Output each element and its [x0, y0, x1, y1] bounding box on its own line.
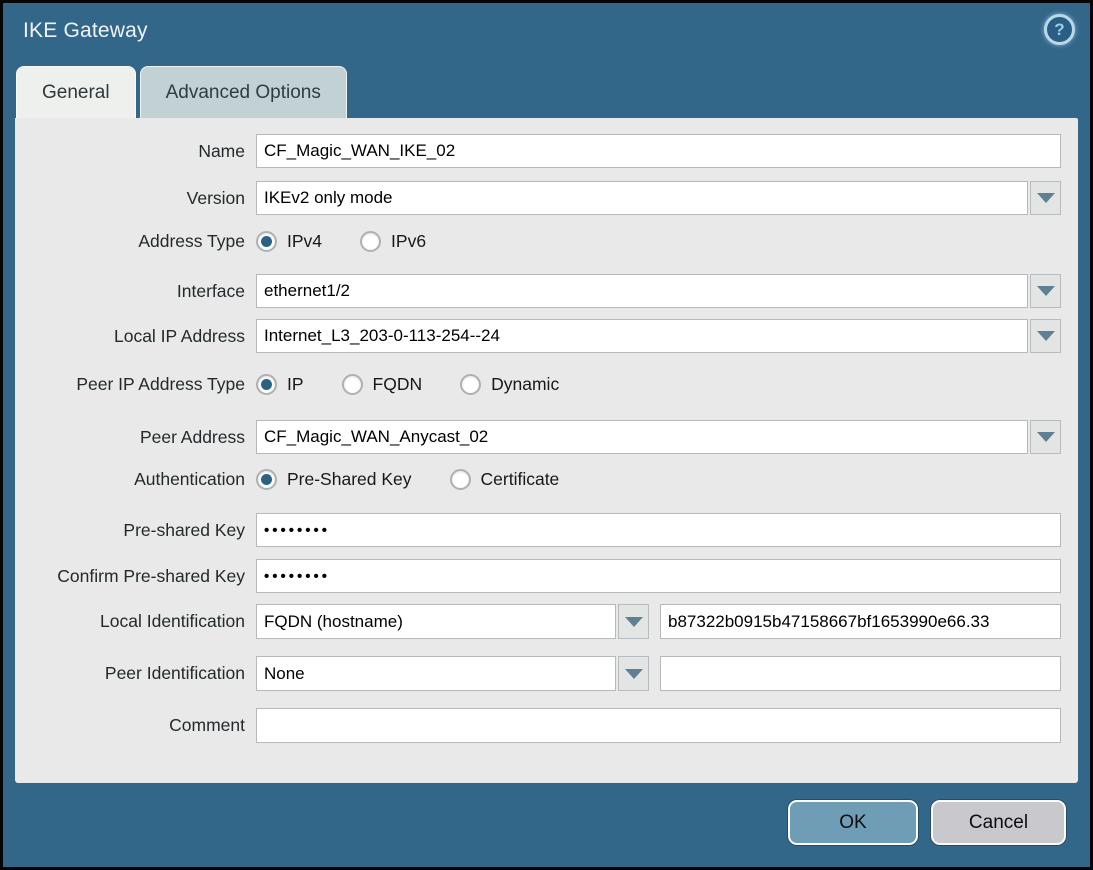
peer-address-select[interactable]: [256, 420, 1028, 454]
authentication-label: Authentication: [15, 469, 256, 490]
radio-ip[interactable]: IP: [256, 374, 304, 395]
address-type-row: Address Type IPv4 IPv6: [15, 231, 1078, 252]
radio-fqdn-label: FQDN: [373, 374, 423, 395]
peer-address-label: Peer Address: [15, 427, 256, 448]
radio-certificate-circle[interactable]: [450, 469, 471, 490]
name-input[interactable]: [256, 134, 1061, 168]
radio-ipv4[interactable]: IPv4: [256, 231, 322, 252]
name-label: Name: [15, 141, 256, 162]
radio-ipv4-circle[interactable]: [256, 231, 277, 252]
name-row: Name: [15, 134, 1078, 168]
chevron-down-icon: [1037, 331, 1055, 341]
comment-row: Comment: [15, 708, 1078, 743]
peer-identification-value-input[interactable]: [660, 656, 1061, 691]
peer-identification-label: Peer Identification: [15, 663, 256, 684]
ike-gateway-dialog: IKE Gateway ? General Advanced Options N…: [0, 0, 1093, 870]
local-ip-row: Local IP Address: [15, 319, 1078, 353]
dialog-titlebar: IKE Gateway ?: [3, 3, 1090, 66]
interface-dropdown-button[interactable]: [1030, 274, 1061, 308]
version-select[interactable]: [256, 181, 1028, 215]
local-identification-value-input[interactable]: [660, 604, 1061, 639]
interface-row: Interface: [15, 274, 1078, 308]
tab-advanced-options[interactable]: Advanced Options: [140, 66, 347, 118]
confirm-pre-shared-key-label: Confirm Pre-shared Key: [15, 566, 256, 587]
chevron-down-icon: [1037, 286, 1055, 296]
peer-ip-type-row: Peer IP Address Type IP FQDN Dynamic: [15, 374, 1078, 395]
radio-pre-shared-key-circle[interactable]: [256, 469, 277, 490]
radio-ip-label: IP: [287, 374, 304, 395]
radio-fqdn-circle[interactable]: [342, 374, 363, 395]
radio-certificate-label: Certificate: [481, 469, 560, 490]
peer-address-dropdown-button[interactable]: [1030, 420, 1061, 454]
radio-ipv6-circle[interactable]: [360, 231, 381, 252]
dialog-footer: OK Cancel: [3, 783, 1090, 845]
authentication-row: Authentication Pre-Shared Key Certificat…: [15, 469, 1078, 490]
dialog-title: IKE Gateway: [3, 3, 1090, 43]
peer-identification-dropdown-button[interactable]: [618, 656, 649, 691]
radio-dynamic-circle[interactable]: [460, 374, 481, 395]
version-label: Version: [15, 188, 256, 209]
version-row: Version: [15, 181, 1078, 215]
peer-identification-type-select[interactable]: [256, 656, 616, 691]
radio-pre-shared-key[interactable]: Pre-Shared Key: [256, 469, 412, 490]
pre-shared-key-row: Pre-shared Key: [15, 513, 1078, 547]
pre-shared-key-input[interactable]: [256, 513, 1061, 547]
cancel-button[interactable]: Cancel: [931, 800, 1066, 845]
interface-select[interactable]: [256, 274, 1028, 308]
address-type-label: Address Type: [15, 231, 256, 252]
radio-ip-circle[interactable]: [256, 374, 277, 395]
radio-certificate[interactable]: Certificate: [450, 469, 560, 490]
local-ip-label: Local IP Address: [15, 326, 256, 347]
chevron-down-icon: [625, 617, 643, 627]
tab-bar: General Advanced Options: [3, 66, 1090, 118]
local-ip-dropdown-button[interactable]: [1030, 319, 1061, 353]
radio-dynamic[interactable]: Dynamic: [460, 374, 559, 395]
local-identification-type-select[interactable]: [256, 604, 616, 639]
pre-shared-key-label: Pre-shared Key: [15, 520, 256, 541]
local-identification-label: Local Identification: [15, 611, 256, 632]
chevron-down-icon: [625, 669, 643, 679]
peer-ip-type-label: Peer IP Address Type: [15, 374, 256, 395]
radio-pre-shared-key-label: Pre-Shared Key: [287, 469, 412, 490]
help-button[interactable]: ?: [1044, 14, 1075, 45]
local-ip-select[interactable]: [256, 319, 1028, 353]
confirm-pre-shared-key-input[interactable]: [256, 559, 1061, 593]
radio-ipv4-label: IPv4: [287, 231, 322, 252]
interface-label: Interface: [15, 281, 256, 302]
local-identification-row: Local Identification: [15, 604, 1078, 639]
radio-ipv6[interactable]: IPv6: [360, 231, 426, 252]
peer-identification-row: Peer Identification: [15, 656, 1078, 691]
confirm-pre-shared-key-row: Confirm Pre-shared Key: [15, 559, 1078, 593]
local-identification-dropdown-button[interactable]: [618, 604, 649, 639]
chevron-down-icon: [1037, 432, 1055, 442]
comment-input[interactable]: [256, 708, 1061, 743]
radio-fqdn[interactable]: FQDN: [342, 374, 423, 395]
comment-label: Comment: [15, 715, 256, 736]
chevron-down-icon: [1037, 193, 1055, 203]
version-dropdown-button[interactable]: [1030, 181, 1061, 215]
general-tab-panel: Name Version Address Type: [15, 118, 1078, 783]
radio-ipv6-label: IPv6: [391, 231, 426, 252]
question-mark-icon: ?: [1054, 21, 1064, 38]
peer-address-row: Peer Address: [15, 420, 1078, 454]
ok-button[interactable]: OK: [788, 800, 918, 845]
tab-general[interactable]: General: [16, 66, 136, 118]
radio-dynamic-label: Dynamic: [491, 374, 559, 395]
